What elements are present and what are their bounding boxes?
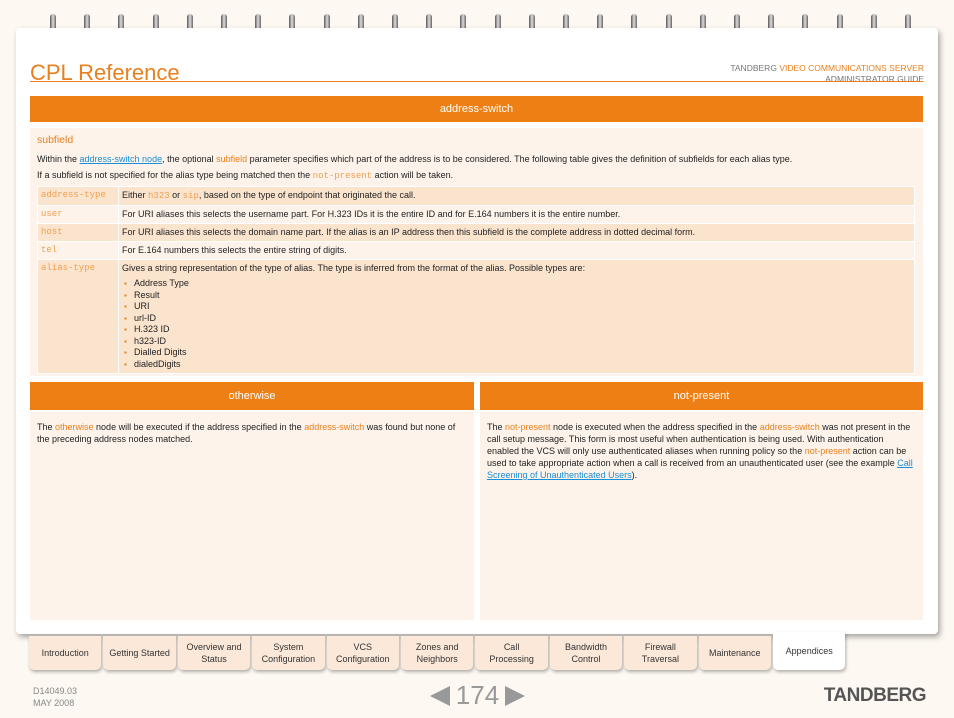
not-present-title-bar: not-present <box>480 382 923 410</box>
list-item: h323-ID <box>122 336 911 348</box>
page-title: CPL Reference <box>30 60 180 85</box>
subfield-heading: subfield <box>37 134 74 146</box>
list-item: URI <box>122 301 911 313</box>
list-item: Result <box>122 290 911 302</box>
otherwise-title-bar: otherwise <box>30 382 474 410</box>
doc-info: D14049.03 MAY 2008 <box>33 686 78 708</box>
tab-overview-and-status[interactable]: Overview and Status <box>177 636 251 670</box>
tab-firewall-traversal[interactable]: Firewall Traversal <box>624 636 697 670</box>
tab-call-processing[interactable]: Call Processing <box>475 636 548 670</box>
page-number: 174 <box>455 680 500 710</box>
list-item: dialedDigits <box>122 359 911 371</box>
table-row: tel For E.164 numbers this selects the en… <box>37 241 915 260</box>
tab-zones-and-neighbors[interactable]: Zones and Neighbors <box>401 636 474 670</box>
subfield-panel: subfield Within the address-switch node,… <box>30 128 923 376</box>
tab-introduction[interactable]: Introduction <box>29 636 102 670</box>
tab-maintenance[interactable]: Maintenance <box>698 636 771 670</box>
header-rule <box>30 81 923 82</box>
tab-vcs-configuration[interactable]: VCS Configuration <box>326 636 399 670</box>
page-navigation: 174 <box>420 680 535 711</box>
table-row: host For URI aliases this selects the dom… <box>37 223 915 242</box>
list-item: url-ID <box>122 313 911 325</box>
section-title-bar: address-switch <box>30 96 923 122</box>
otherwise-panel: The otherwise node will be executed if t… <box>30 412 474 620</box>
table-row: alias-type Gives a string representation … <box>37 259 915 374</box>
list-item: H.323 ID <box>122 324 911 336</box>
tab-getting-started[interactable]: Getting Started <box>103 636 176 670</box>
alias-type-list: Address Type Result URI url-ID H.323 ID … <box>122 278 911 370</box>
tandberg-logo: TANDBERG <box>823 685 927 706</box>
next-page-icon[interactable] <box>505 685 526 706</box>
tab-system-configuration[interactable]: System Configuration <box>252 636 325 670</box>
list-item: Dialled Digits <box>122 347 911 359</box>
not-present-panel: The not-present node is executed when th… <box>480 412 923 620</box>
table-row: address-type Either h323 or sip, based on… <box>37 186 915 206</box>
previous-page-icon[interactable] <box>429 685 450 706</box>
table-row: user For URI aliases this selects the use… <box>37 205 915 224</box>
intro-text: Within the address-switch node, the opti… <box>37 154 793 181</box>
tab-bandwidth-control[interactable]: Bandwidth Control <box>549 636 623 670</box>
subfield-table: address-type Either h323 or sip, based on… <box>37 186 915 374</box>
tab-appendices[interactable]: Appendices <box>773 632 846 670</box>
list-item: Address Type <box>122 278 911 290</box>
address-switch-node-link[interactable]: address-switch node <box>80 154 163 164</box>
